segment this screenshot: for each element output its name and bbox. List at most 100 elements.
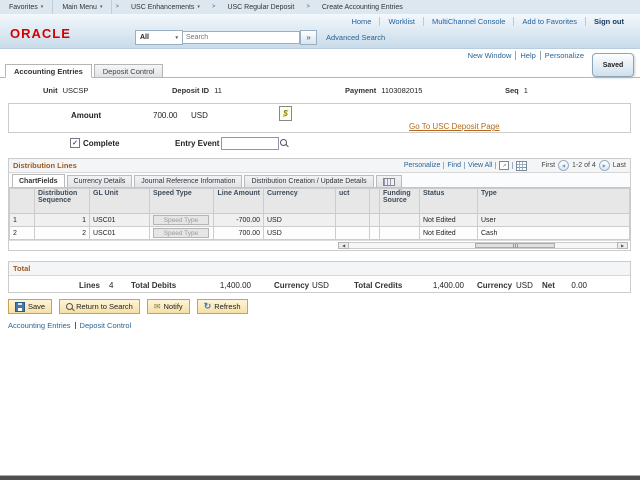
multichannel-console-link[interactable]: MultiChannel Console — [423, 17, 513, 26]
next-rows-button[interactable]: ▶ — [599, 160, 610, 171]
column-status: Status — [420, 189, 478, 214]
deposit-id-value: 11 — [214, 86, 222, 95]
taskbar-edge — [0, 475, 640, 480]
chevron-down-icon: ▾ — [197, 4, 200, 10]
tab-deposit-control[interactable]: Deposit Control — [94, 64, 164, 78]
total-header: Total — [9, 262, 630, 276]
cell-gl-unit: USC01 — [90, 214, 150, 227]
divider — [495, 162, 496, 169]
search-input[interactable] — [183, 31, 300, 44]
currency-value-2: USD — [516, 281, 533, 290]
home-link[interactable]: Home — [343, 17, 379, 26]
tab-chartfields[interactable]: ChartFields — [12, 174, 65, 187]
unit-label: Unit — [43, 86, 58, 95]
save-button[interactable]: Save — [8, 299, 52, 314]
amount-groupbox: Amount 700.00 USD $ Go To USC Deposit Pa… — [8, 103, 631, 133]
scroll-left-button[interactable]: ◀ — [338, 242, 349, 249]
scroll-right-button[interactable]: ▶ — [617, 242, 628, 249]
notify-button-label: Notify — [164, 302, 183, 311]
save-icon — [15, 302, 25, 312]
page-action-links: New Window Help Personalize — [464, 51, 588, 60]
new-window-link[interactable]: New Window — [464, 51, 516, 60]
search-go-button[interactable]: » — [300, 30, 317, 45]
refresh-button-label: Refresh — [214, 302, 240, 311]
entry-event-input[interactable] — [221, 137, 279, 150]
speed-type-button[interactable]: Speed Type — [153, 228, 209, 238]
download-grid-icon[interactable] — [516, 161, 527, 171]
cell-seq: 2 — [35, 227, 90, 240]
scrollbar-grip-icon — [513, 244, 514, 248]
footer-link-accounting-entries[interactable]: Accounting Entries — [8, 321, 71, 330]
payment-field: Payment1103082015 — [345, 86, 422, 95]
personalize-grid-link[interactable]: Personalize — [404, 162, 441, 169]
previous-rows-button[interactable]: ◀ — [558, 160, 569, 171]
zoom-popup-icon[interactable]: ↗ — [499, 161, 509, 170]
horizontal-scrollbar[interactable]: ◀ ▶ — [338, 242, 628, 249]
seq-value: 1 — [524, 86, 528, 95]
distribution-lines-section: Distribution Lines Personalize Find View… — [8, 158, 631, 251]
scrollbar-thumb[interactable] — [475, 243, 555, 248]
payment-label: Payment — [345, 86, 376, 95]
breadcrumb-separator-icon: > — [209, 4, 219, 10]
breadcrumb-usc-enhancements[interactable]: USC Enhancements ▾ — [122, 0, 209, 14]
search-scope-value: All — [140, 34, 149, 41]
add-to-favorites-link[interactable]: Add to Favorites — [513, 17, 585, 26]
breadcrumb-usc-regular-deposit[interactable]: USC Regular Deposit — [218, 0, 303, 14]
footer-link-deposit-control[interactable]: Deposit Control — [80, 321, 132, 330]
grid-scroll-row: ◀ ▶ — [9, 240, 630, 250]
column-product-truncated: uct — [336, 189, 370, 214]
breadcrumb-separator-icon: > — [112, 4, 122, 10]
return-to-search-label: Return to Search — [76, 302, 133, 311]
tab-journal-reference-information[interactable]: Journal Reference Information — [134, 175, 242, 187]
find-link[interactable]: Find — [447, 162, 461, 169]
breadcrumb-label: USC Regular Deposit — [227, 4, 294, 11]
breadcrumb-create-accounting-entries[interactable]: Create Accounting Entries — [313, 0, 412, 14]
search-scope-select[interactable]: All ▾ — [135, 30, 183, 45]
tab-distribution-creation-update-details[interactable]: Distribution Creation / Update Details — [244, 175, 373, 187]
cell-spacer — [370, 214, 380, 227]
footer-toolbar: Save Return to Search ✉ Notify ↻ Refresh — [8, 299, 248, 314]
magnifier-icon — [280, 139, 287, 146]
divider — [464, 162, 465, 169]
exchange-rate-icon[interactable]: $ — [279, 106, 292, 121]
total-credits-value: 1,400.00 — [409, 281, 464, 290]
return-to-search-button[interactable]: Return to Search — [59, 299, 140, 314]
application-window: Favorites ▾ Main Menu ▾ > USC Enhancemen… — [0, 0, 640, 480]
amount-value: 700.00 — [153, 111, 177, 120]
amount-currency: USD — [191, 111, 208, 120]
amount-label: Amount — [71, 111, 101, 120]
breadcrumb-favorites[interactable]: Favorites ▾ — [0, 0, 53, 14]
help-link[interactable]: Help — [515, 51, 539, 60]
sign-out-link[interactable]: Sign out — [585, 17, 632, 26]
entry-event-lookup-icon[interactable] — [280, 139, 287, 148]
distribution-lines-title: Distribution Lines — [13, 161, 77, 170]
total-debits-value: 1,400.00 — [191, 281, 251, 290]
cell-funding-source — [380, 227, 420, 240]
column-funding-source: Funding Source — [380, 189, 420, 214]
worklist-link[interactable]: Worklist — [379, 17, 423, 26]
column-currency: Currency — [264, 189, 336, 214]
deposit-id-label: Deposit ID — [172, 86, 209, 95]
seq-label: Seq — [505, 86, 519, 95]
goto-usc-deposit-page-link[interactable]: Go To USC Deposit Page — [409, 122, 500, 131]
breadcrumb-main-menu[interactable]: Main Menu ▾ — [53, 0, 112, 14]
row-number-header — [10, 189, 35, 214]
cell-funding-source — [380, 214, 420, 227]
tab-currency-details[interactable]: Currency Details — [67, 175, 133, 187]
tab-accounting-entries[interactable]: Accounting Entries — [5, 64, 92, 78]
advanced-search-link[interactable]: Advanced Search — [326, 33, 385, 42]
unit-field: UnitUSCSP — [43, 86, 88, 95]
cell-status: Not Edited — [420, 214, 478, 227]
complete-checkbox[interactable]: ✓ — [70, 138, 80, 148]
refresh-button[interactable]: ↻ Refresh — [197, 299, 248, 314]
scrollbar-track[interactable] — [349, 242, 617, 249]
deposit-id-field: Deposit ID 11 — [172, 86, 222, 95]
notify-button[interactable]: ✉ Notify — [147, 299, 190, 314]
total-title: Total — [13, 264, 30, 273]
column-speed-type: Speed Type — [150, 189, 214, 214]
speed-type-button[interactable]: Speed Type — [153, 215, 209, 225]
view-all-link[interactable]: View All — [468, 162, 492, 169]
column-distribution-sequence: Distribution Sequence — [35, 189, 90, 214]
tab-show-all-columns[interactable] — [376, 175, 402, 187]
personalize-link[interactable]: Personalize — [540, 51, 588, 60]
